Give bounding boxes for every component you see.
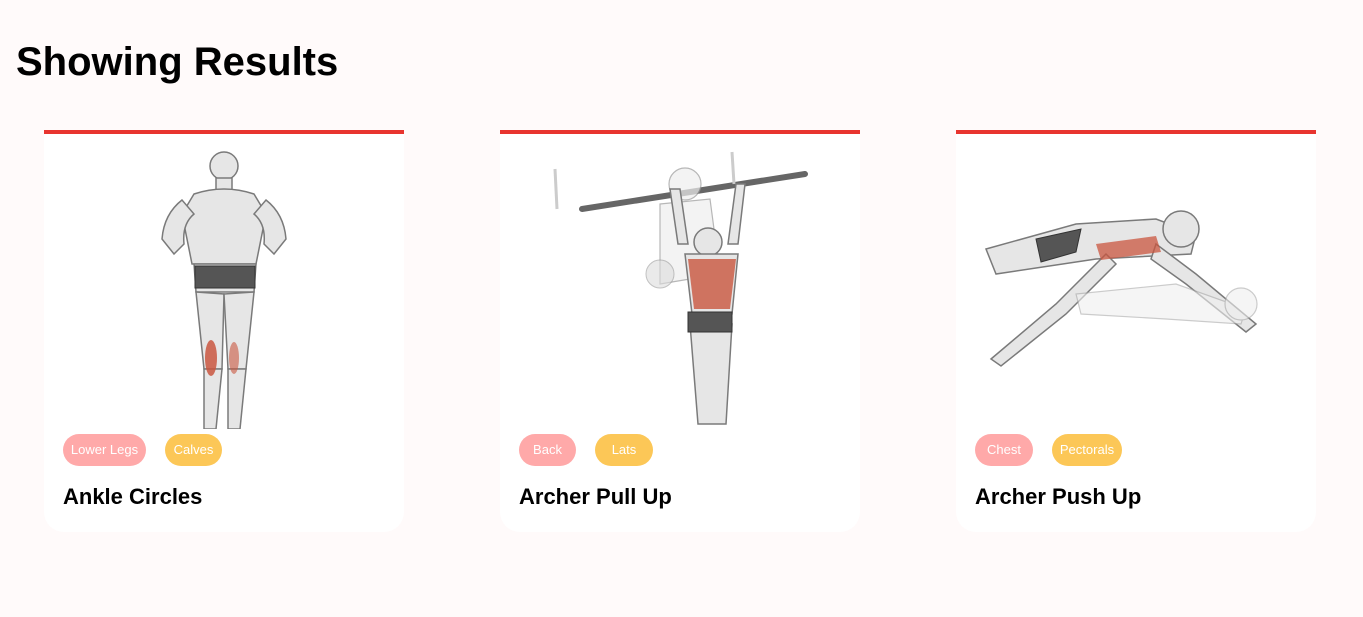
page-title: Showing Results [16,40,339,84]
body-part-tag[interactable]: Back [519,434,576,466]
body-part-tag[interactable]: Lower Legs [63,434,146,466]
archer-push-up-illustration [956,144,1316,429]
body-part-tag[interactable]: Chest [975,434,1033,466]
exercise-name[interactable]: Archer Pull Up [519,484,672,510]
exercise-name[interactable]: Ankle Circles [63,484,202,510]
target-muscle-tag[interactable]: Lats [595,434,653,466]
exercise-card[interactable]: Back Lats Archer Pull Up [500,130,860,532]
exercise-card[interactable]: Lower Legs Calves Ankle Circles [44,130,404,532]
exercise-name[interactable]: Archer Push Up [975,484,1141,510]
target-muscle-tag[interactable]: Pectorals [1052,434,1122,466]
archer-pull-up-illustration [500,144,860,429]
ankle-circles-illustration [44,144,404,429]
exercise-card[interactable]: Chest Pectorals Archer Push Up [956,130,1316,532]
target-muscle-tag[interactable]: Calves [165,434,222,466]
